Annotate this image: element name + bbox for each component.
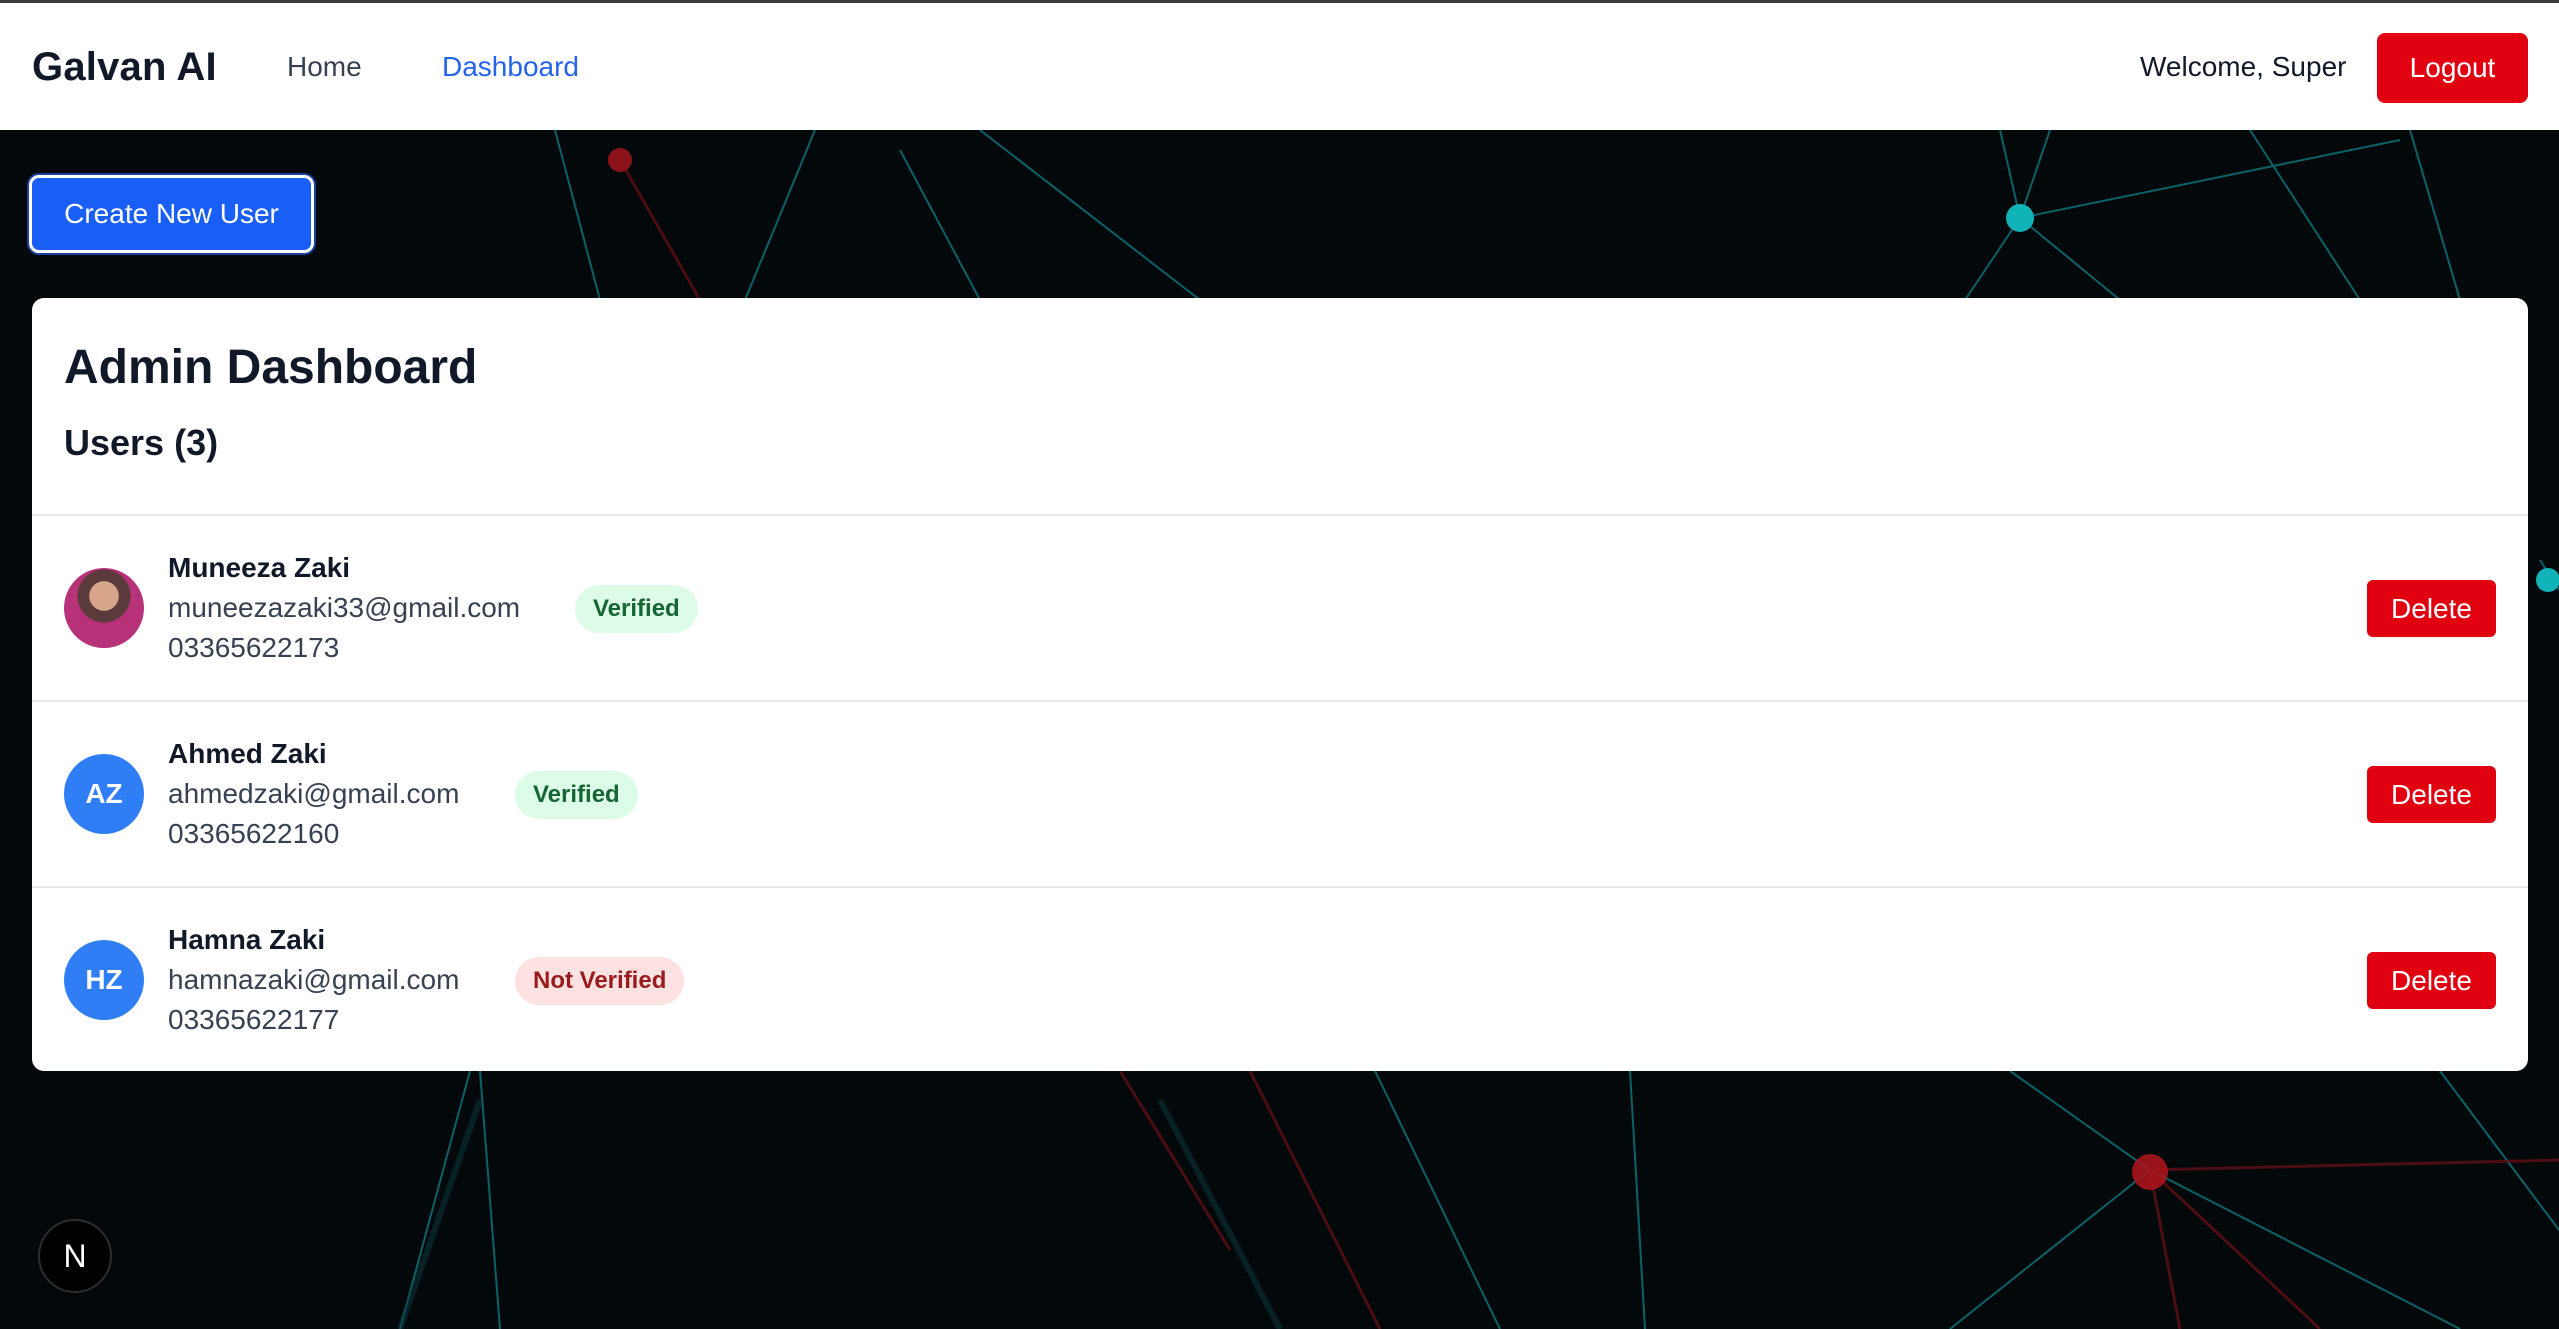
admin-dashboard-card: Admin Dashboard Users (3) Muneeza Zaki m… <box>32 298 2528 1071</box>
user-phone: 03365622160 <box>168 818 340 849</box>
nav-home-link[interactable]: Home <box>287 51 362 83</box>
avatar: HZ <box>64 940 144 1020</box>
nextjs-dev-icon[interactable]: N <box>38 1219 112 1293</box>
user-row: Muneeza Zaki muneezazaki33@gmail.com 033… <box>32 514 2528 700</box>
user-phone: 03365622177 <box>168 1004 340 1035</box>
user-name: Muneeza Zaki <box>168 552 351 583</box>
top-navbar: Galvan AI Home Dashboard Welcome, Super … <box>0 0 2559 130</box>
status-badge: Not Verified <box>515 957 685 1005</box>
user-email: hamnazaki@gmail.com <box>168 964 460 995</box>
create-user-button[interactable]: Create New User <box>29 175 314 253</box>
user-row: AZ Ahmed Zaki ahmedzaki@gmail.com 033656… <box>32 700 2528 886</box>
users-count-heading: Users (3) <box>64 422 219 463</box>
avatar <box>64 568 144 648</box>
brand-logo[interactable]: Galvan AI <box>32 45 217 90</box>
avatar: AZ <box>64 754 144 834</box>
status-badge: Verified <box>515 771 638 819</box>
page-title: Admin Dashboard <box>64 341 478 394</box>
logout-button[interactable]: Logout <box>2377 33 2528 103</box>
user-name: Ahmed Zaki <box>168 738 327 769</box>
user-email: muneezazaki33@gmail.com <box>168 592 521 623</box>
user-phone: 03365622173 <box>168 632 340 663</box>
user-row: HZ Hamna Zaki hamnazaki@gmail.com 033656… <box>32 886 2528 1071</box>
nav-dashboard-link[interactable]: Dashboard <box>442 51 579 83</box>
delete-user-button[interactable]: Delete <box>2367 580 2496 637</box>
app-page: Galvan AI Home Dashboard Welcome, Super … <box>0 0 2559 1329</box>
user-name: Hamna Zaki <box>168 924 326 955</box>
status-badge: Verified <box>575 585 698 633</box>
delete-user-button[interactable]: Delete <box>2367 766 2496 823</box>
user-email: ahmedzaki@gmail.com <box>168 778 460 809</box>
delete-user-button[interactable]: Delete <box>2367 952 2496 1009</box>
welcome-text: Welcome, Super <box>2140 51 2347 82</box>
